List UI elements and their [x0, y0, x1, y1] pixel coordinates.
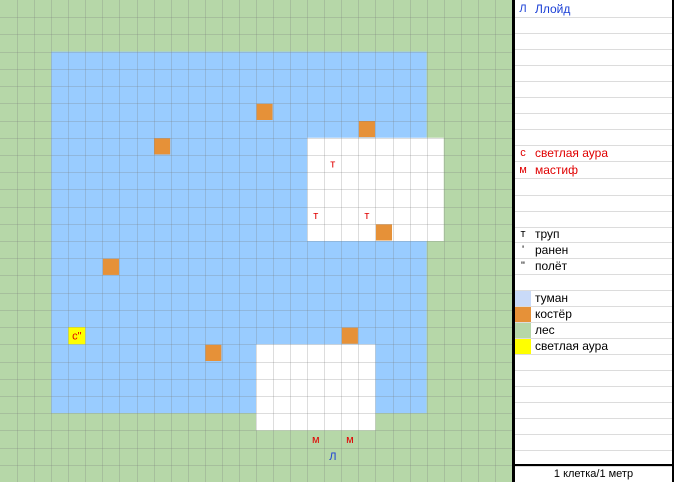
legend-blank-row — [515, 18, 673, 34]
legend-blank-row — [515, 435, 673, 451]
legend-blank-row — [515, 34, 673, 50]
legend-blank-row — [515, 355, 673, 371]
legend-panel: Л Ллойд с светлая аура м мастиф т труп '… — [515, 0, 673, 482]
legend-blank-row — [515, 387, 673, 403]
legend-label-mastiff: мастиф — [535, 163, 578, 177]
legend-blank-row — [515, 403, 673, 419]
legend-row-forest: лес — [515, 323, 673, 339]
campfire-cell — [341, 327, 358, 344]
legend-label-aura-area: светлая аура — [535, 339, 609, 353]
legend-row-player: Л Ллойд — [515, 2, 673, 18]
legend-blank-row — [515, 50, 673, 66]
legend-row-flight: " полёт — [515, 259, 673, 275]
campfire-cell — [102, 258, 119, 275]
enemy-marker[interactable]: т — [330, 159, 335, 171]
legend-blank-row — [515, 130, 673, 146]
legend-label-player: Ллойд — [535, 2, 571, 16]
legend-row-light-aura: с светлая аура — [515, 146, 673, 162]
legend-blank-row — [515, 419, 673, 435]
legend-row-corpse: т труп — [515, 227, 673, 243]
legend-code-light-aura: с — [520, 147, 526, 159]
legend-blank-row — [515, 196, 673, 212]
legend-blank-row — [515, 180, 673, 196]
legend-code-corpse: т — [520, 228, 526, 240]
legend-code-wounded: ' — [521, 244, 525, 256]
legend-blank-row — [515, 82, 673, 98]
legend-row-mastiff: м мастиф — [515, 163, 673, 179]
legend-label-wounded: ранен — [535, 243, 569, 257]
legend-row-wounded: ' ранен — [515, 243, 673, 259]
legend-blank-row — [515, 66, 673, 82]
campfire-cell — [256, 103, 273, 120]
legend-label-corpse: труп — [535, 227, 560, 241]
legend-blank-row — [515, 114, 673, 130]
campfire-cell — [154, 138, 171, 155]
enemy-marker[interactable]: т — [313, 210, 318, 222]
forest-swatch — [515, 323, 531, 338]
campfire-swatch — [515, 307, 531, 322]
light-aura-swatch — [515, 339, 531, 354]
campfire-cell — [375, 224, 393, 241]
enemy-marker[interactable]: м — [346, 434, 354, 446]
legend-row-campfire: костёр — [515, 307, 673, 323]
enemy-marker[interactable]: с" — [72, 331, 82, 343]
enemy-marker[interactable]: т — [364, 210, 369, 222]
legend-code-mastiff: м — [519, 164, 527, 176]
campfire-cell — [205, 344, 222, 361]
enemy-marker[interactable]: м — [312, 434, 320, 446]
legend-label-campfire: костёр — [535, 307, 572, 321]
legend-label-light-aura: светлая аура — [535, 146, 609, 160]
legend-row-fog: туман — [515, 291, 673, 307]
legend-code-flight: " — [521, 260, 525, 272]
legend-label-flight: полёт — [535, 259, 568, 273]
scale-note: 1 клетка/1 метр — [515, 464, 672, 482]
legend-blank-row — [515, 371, 673, 387]
legend-blank-row — [515, 212, 673, 228]
legend-label-fog: туман — [535, 291, 569, 305]
legend-right-border — [672, 0, 674, 482]
legend-row-aura-area: светлая аура — [515, 339, 673, 355]
fog-swatch — [515, 291, 531, 306]
legend-blank-row — [515, 275, 673, 291]
battle-map[interactable]: т т т с" м мЛ — [0, 0, 512, 482]
legend-label-forest: лес — [535, 323, 555, 337]
campfire-cell — [358, 121, 375, 138]
legend-code-player: Л — [519, 3, 527, 15]
legend-blank-row — [515, 98, 673, 114]
player-marker[interactable]: Л — [329, 451, 336, 463]
